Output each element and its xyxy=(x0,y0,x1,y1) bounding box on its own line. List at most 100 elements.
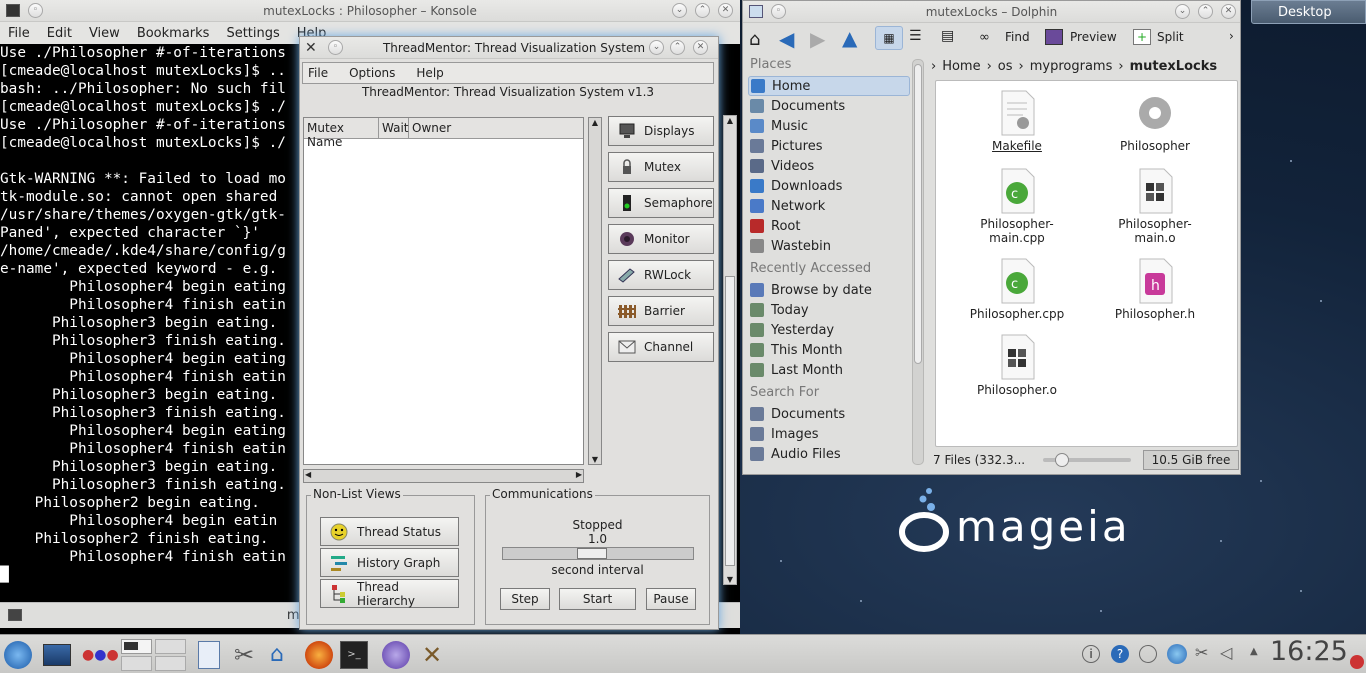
home-icon[interactable]: ⌂ xyxy=(749,29,760,50)
info-icon[interactable]: i xyxy=(1082,645,1100,663)
network-task-icon[interactable]: ⌂ xyxy=(270,641,298,669)
compact-view-button[interactable]: ☰ xyxy=(909,28,922,44)
tm-menu-help[interactable]: Help xyxy=(416,66,443,80)
preview-icon[interactable] xyxy=(1045,29,1063,45)
pager-desktop-3[interactable] xyxy=(121,656,152,671)
threadmentor-vscrollbar[interactable]: ▲ ▼ xyxy=(723,115,737,585)
history-graph-button[interactable]: History Graph xyxy=(320,548,459,577)
binoculars-icon[interactable]: ∞ xyxy=(979,30,990,45)
konsole-app-icon[interactable] xyxy=(6,4,20,17)
thread-status-button[interactable]: Thread Status xyxy=(320,517,459,546)
file-view[interactable]: Makefile Philosopher c Philosopher- main.cp… xyxy=(935,80,1238,447)
clock[interactable]: 16:25 xyxy=(1270,636,1348,667)
places-item-search-0[interactable]: Documents xyxy=(748,404,910,424)
konsole-menu-settings[interactable]: Settings xyxy=(226,26,279,41)
volume-icon[interactable]: ◁ xyxy=(1220,643,1232,662)
places-item-recent-4[interactable]: Last Month xyxy=(748,360,910,380)
back-arrow-icon[interactable]: ◀ xyxy=(779,27,794,51)
breadcrumb-mutexlocks[interactable]: mutexLocks xyxy=(1130,59,1218,74)
pager[interactable] xyxy=(121,639,187,671)
show-desktop-icon[interactable] xyxy=(43,644,71,666)
pager-desktop-2[interactable] xyxy=(155,639,186,654)
interval-slider[interactable] xyxy=(502,547,694,560)
monitor-button[interactable]: Monitor xyxy=(608,224,714,254)
places-scroll-thumb[interactable] xyxy=(914,64,922,364)
places-item-places-7[interactable]: Root xyxy=(748,216,910,236)
help-icon[interactable]: ? xyxy=(1111,645,1129,663)
breadcrumb-myprograms[interactable]: myprograms xyxy=(1030,59,1113,74)
emacs-task-icon[interactable] xyxy=(382,641,410,669)
dolphin-menu-button[interactable]: ◦ xyxy=(771,4,786,19)
desktop-button[interactable]: Desktop xyxy=(1251,0,1366,24)
firefox-icon[interactable] xyxy=(305,641,333,669)
konsole-menu-file[interactable]: File xyxy=(8,26,30,41)
threadmentor-minimize-button[interactable]: ⌄ xyxy=(649,40,664,55)
konsole-menu-bookmarks[interactable]: Bookmarks xyxy=(137,26,210,41)
start-button[interactable]: Start xyxy=(559,588,636,610)
places-item-recent-0[interactable]: Browse by date xyxy=(748,280,910,300)
network-status-icon[interactable] xyxy=(1167,644,1187,664)
more-chevron-icon[interactable]: › xyxy=(1229,29,1234,43)
clipboard-task-icon[interactable] xyxy=(198,641,220,669)
dolphin-minimize-button[interactable]: ⌄ xyxy=(1175,4,1190,19)
activities-dots-icon[interactable]: ●●● xyxy=(82,641,119,669)
mutex-button[interactable]: Mutex xyxy=(608,152,714,182)
tm-scroll-up-icon[interactable]: ▲ xyxy=(724,116,736,125)
breadcrumb-os[interactable]: os xyxy=(998,59,1013,74)
places-item-recent-1[interactable]: Today xyxy=(748,300,910,320)
pager-desktop-1[interactable] xyxy=(121,639,152,654)
file-item[interactable]: c Philosopher.cpp xyxy=(962,257,1072,321)
places-item-places-2[interactable]: Music xyxy=(748,116,910,136)
places-item-places-3[interactable]: Pictures xyxy=(748,136,910,156)
preview-button[interactable]: Preview xyxy=(1070,30,1117,44)
threadmentor-maximize-button[interactable]: ⌃ xyxy=(670,40,685,55)
konsole-minimize-button[interactable]: ⌄ xyxy=(672,3,687,18)
konsole-close-button[interactable]: ✕ xyxy=(718,3,733,18)
application-launcher-icon[interactable] xyxy=(4,641,32,669)
file-item[interactable]: Philosopher.o xyxy=(962,333,1072,397)
zoom-slider-thumb[interactable] xyxy=(1055,453,1069,467)
file-item[interactable]: Philosopher- main.o xyxy=(1100,167,1210,245)
places-item-places-5[interactable]: Downloads xyxy=(748,176,910,196)
tray-expand-icon[interactable]: ▲ xyxy=(1250,646,1258,657)
up-arrow-icon[interactable]: ▲ xyxy=(842,26,857,50)
places-item-places-6[interactable]: Network xyxy=(748,196,910,216)
places-item-recent-2[interactable]: Yesterday xyxy=(748,320,910,340)
pager-desktop-4[interactable] xyxy=(155,656,186,671)
terminal-output[interactable]: Use ./Philosopher #-of-iterations [cmeade… xyxy=(0,44,300,604)
semaphore-button[interactable]: Semaphore xyxy=(608,188,714,218)
tm-menu-options[interactable]: Options xyxy=(349,66,395,80)
klipper-scissors-icon[interactable]: ✂ xyxy=(1195,643,1208,662)
column-wait[interactable]: Wait xyxy=(379,118,409,138)
breadcrumb-home[interactable]: Home xyxy=(942,59,980,74)
column-owner[interactable]: Owner xyxy=(409,118,583,138)
dolphin-maximize-button[interactable]: ⌃ xyxy=(1198,4,1213,19)
thread-hierarchy-button[interactable]: Thread Hierarchy xyxy=(320,579,459,608)
places-item-places-1[interactable]: Documents xyxy=(748,96,910,116)
details-view-button[interactable]: ▤ xyxy=(941,28,954,44)
channel-button[interactable]: Channel xyxy=(608,332,714,362)
konsole-menu-view[interactable]: View xyxy=(89,26,120,41)
threadmentor-menu-button[interactable]: ◦ xyxy=(328,40,343,55)
places-item-places-4[interactable]: Videos xyxy=(748,156,910,176)
places-scrollbar[interactable] xyxy=(912,59,924,465)
tm-scroll-down-icon[interactable]: ▼ xyxy=(724,575,736,584)
file-item[interactable]: Philosopher xyxy=(1100,89,1210,153)
places-item-search-1[interactable]: Images xyxy=(748,424,910,444)
dolphin-app-icon[interactable] xyxy=(749,5,763,18)
scroll-right-arrow-icon[interactable]: ▶ xyxy=(576,470,582,479)
threadmentor-titlebar[interactable]: ✕ ◦ ThreadMentor: Thread Visualization S… xyxy=(300,37,718,59)
file-item[interactable]: h Philosopher.h xyxy=(1100,257,1210,321)
mutex-list[interactable]: Mutex Name Wait Owner xyxy=(303,117,584,465)
updates-icon[interactable] xyxy=(1139,645,1157,663)
file-item[interactable]: c Philosopher- main.cpp xyxy=(962,167,1072,245)
tm-menu-file[interactable]: File xyxy=(308,66,328,80)
threadmentor-task-icon[interactable]: ✕ xyxy=(418,641,446,669)
split-icon[interactable]: + xyxy=(1133,29,1151,45)
places-item-places-0[interactable]: Home xyxy=(748,76,910,96)
konsole-maximize-button[interactable]: ⌃ xyxy=(695,3,710,18)
barrier-button[interactable]: Barrier xyxy=(608,296,714,326)
find-button[interactable]: Find xyxy=(1005,30,1030,44)
tools-task-icon[interactable]: ✂ xyxy=(234,641,262,669)
dolphin-close-button[interactable]: ✕ xyxy=(1221,4,1236,19)
